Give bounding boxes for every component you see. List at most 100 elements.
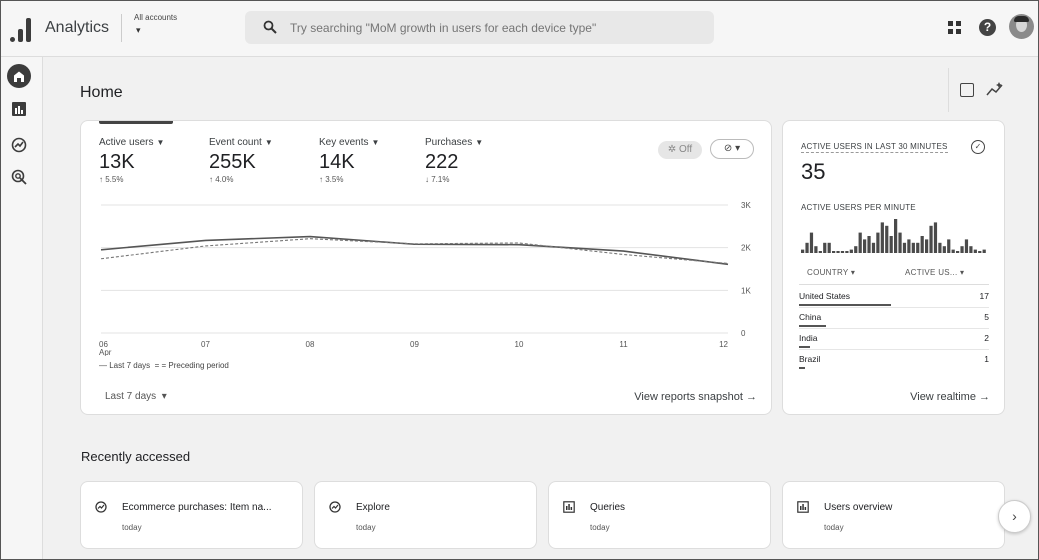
per-minute-bar <box>898 232 902 253</box>
share-bar <box>799 367 805 369</box>
apps-grid-icon[interactable] <box>948 21 961 34</box>
recent-item[interactable]: Explore today <box>314 481 537 549</box>
account-selector-caret-icon[interactable]: ▾ <box>136 25 141 36</box>
x-tick-label: 10 <box>515 340 524 349</box>
country-name: China <box>799 312 822 322</box>
search-icon <box>263 20 277 34</box>
per-minute-bar <box>858 232 862 253</box>
per-minute-bar <box>818 251 822 253</box>
account-selector-label[interactable]: All accounts <box>134 13 177 22</box>
view-realtime-link[interactable]: View realtime → <box>910 391 990 403</box>
per-minute-bar <box>969 246 973 253</box>
x-tick-label: 08 <box>306 340 315 349</box>
per-minute-bar <box>920 236 924 253</box>
table-divider <box>799 284 989 285</box>
notes-icon[interactable] <box>960 83 974 97</box>
analytics-logo-icon[interactable] <box>8 16 34 42</box>
header-divider <box>948 68 949 112</box>
recent-item[interactable]: Users overview today <box>782 481 1005 549</box>
country-name: India <box>799 333 818 343</box>
help-icon[interactable]: ? <box>979 19 996 36</box>
per-minute-bar <box>827 242 831 253</box>
left-nav <box>0 57 43 560</box>
users-line-chart: 3K2K1K006 07 08 09 10 11 12Apr <box>99 201 751 356</box>
country-column-header[interactable]: COUNTRY ▾ <box>807 268 855 277</box>
y-tick-label: 0 <box>741 329 746 338</box>
table-row[interactable]: China 5 <box>799 309 989 330</box>
country-active-users: 5 <box>984 312 989 322</box>
table-row[interactable]: Brazil 1 <box>799 351 989 372</box>
per-minute-bar <box>840 251 845 253</box>
recent-item[interactable]: Queries today <box>548 481 771 549</box>
per-minute-bar <box>871 242 876 253</box>
explore-nav-icon[interactable] <box>11 137 27 153</box>
recent-item-name: Users overview <box>824 502 893 513</box>
recent-item-time: today <box>824 523 844 532</box>
app-name[interactable]: Analytics <box>45 19 109 37</box>
per-minute-bar <box>960 246 964 253</box>
y-tick-label: 2K <box>741 244 751 253</box>
active-users-column-header[interactable]: ACTIVE US... ▾ <box>905 268 964 277</box>
explore-icon <box>329 501 341 513</box>
table-row[interactable]: India 2 <box>799 330 989 351</box>
country-active-users: 2 <box>984 333 989 343</box>
per-minute-bar <box>911 242 915 253</box>
country-name: Brazil <box>799 354 821 364</box>
search-bar[interactable] <box>245 11 714 44</box>
recent-item-name: Explore <box>356 502 390 513</box>
view-reports-snapshot-link[interactable]: View reports snapshot → <box>634 391 757 403</box>
table-row[interactable]: United States 17 <box>799 288 989 309</box>
per-minute-bar <box>956 251 960 253</box>
per-minute-bar <box>809 232 814 253</box>
per-minute-bar <box>947 239 951 253</box>
per-minute-bar <box>863 239 867 253</box>
share-bar <box>799 346 811 348</box>
per-minute-bar <box>832 251 836 253</box>
avatar[interactable] <box>1009 14 1034 39</box>
per-minute-bar <box>925 239 929 253</box>
check-circle-icon[interactable]: ✓ <box>971 140 985 154</box>
recent-item[interactable]: Ecommerce purchases: Item na... today <box>80 481 303 549</box>
per-minute-bar <box>823 242 827 253</box>
realtime-card: ACTIVE USERS IN LAST 30 MINUTES ✓ 35 ACT… <box>782 120 1005 415</box>
top-bar: Analytics All accounts ▾ ? <box>0 0 1039 57</box>
search-input[interactable] <box>290 19 700 37</box>
per-minute-bar <box>978 251 982 253</box>
x-tick-label: 07 <box>201 340 210 349</box>
per-minute-bar <box>964 239 969 253</box>
per-minute-bar <box>889 236 893 253</box>
chevron-down-icon: ▾ <box>161 391 167 402</box>
country-active-users: 17 <box>979 291 989 301</box>
header-divider <box>121 14 122 42</box>
reports-nav-icon[interactable] <box>11 101 27 117</box>
per-minute-bar <box>902 242 907 253</box>
advertising-nav-icon[interactable] <box>11 169 27 185</box>
per-minute-bar <box>845 251 849 253</box>
per-minute-bar <box>876 232 880 253</box>
share-bar <box>799 304 891 306</box>
per-minute-bar <box>916 242 920 253</box>
per-minute-bar <box>814 246 818 253</box>
date-range-select[interactable]: Last 7 days ▾ <box>105 391 167 402</box>
x-tick-label: 11 <box>619 340 628 349</box>
per-minute-bar <box>894 219 898 253</box>
per-minute-bar <box>836 251 840 253</box>
y-tick-label: 3K <box>741 201 751 210</box>
home-nav-icon[interactable] <box>7 64 31 88</box>
per-minute-bar <box>938 242 942 253</box>
per-minute-bar <box>885 225 889 253</box>
overview-card: Active users ▼ 13K ↑ 5.5% Event count ▼ 25… <box>80 120 772 415</box>
per-minute-bar <box>942 246 946 253</box>
per-minute-bar <box>801 249 805 253</box>
x-tick-sublabel: Apr <box>99 348 112 356</box>
per-minute-bar <box>973 249 977 253</box>
x-tick-label: 12 <box>719 340 728 349</box>
per-minute-bar <box>854 246 858 253</box>
realtime-title[interactable]: ACTIVE USERS IN LAST 30 MINUTES <box>801 142 948 153</box>
recent-item-name: Ecommerce purchases: Item na... <box>122 502 272 513</box>
next-arrow-button[interactable]: › <box>998 500 1031 533</box>
legend-current: — Last 7 days <box>99 361 151 370</box>
per-minute-label: ACTIVE USERS PER MINUTE <box>801 203 916 212</box>
insights-icon[interactable] <box>986 81 1004 97</box>
share-bar <box>799 325 826 327</box>
